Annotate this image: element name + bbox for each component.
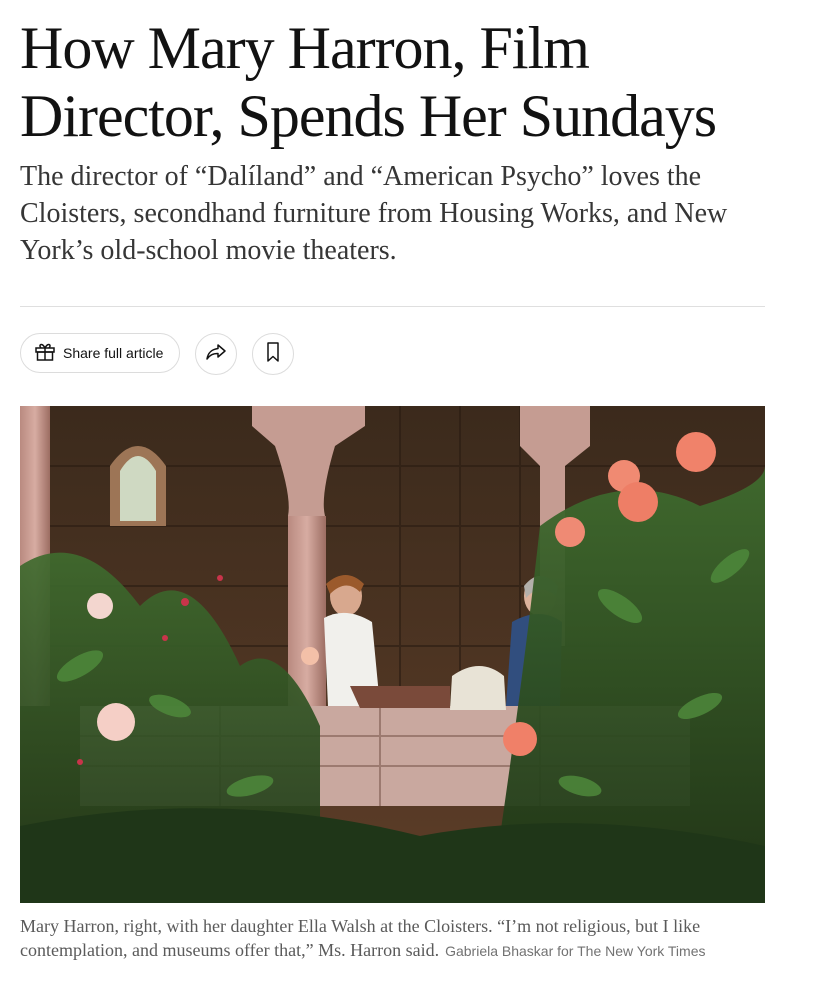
article-summary: The director of “Dalíland” and “American… bbox=[20, 161, 728, 266]
share-arrow-icon bbox=[204, 340, 228, 369]
bookmark-icon bbox=[261, 340, 285, 369]
photo-caption: Mary Harron, right, with her daughter El… bbox=[20, 914, 760, 963]
divider bbox=[20, 306, 765, 307]
share-full-article-button[interactable]: Share full article bbox=[20, 333, 180, 373]
headline: How Mary Harron, Film Director, Spends H… bbox=[20, 15, 717, 149]
photo-credit: Gabriela Bhaskar for The New York Times bbox=[445, 943, 706, 959]
lead-photo bbox=[20, 406, 765, 903]
save-button[interactable] bbox=[252, 333, 294, 375]
share-button[interactable] bbox=[195, 333, 237, 375]
gift-icon bbox=[33, 339, 57, 368]
share-full-article-label: Share full article bbox=[63, 345, 164, 361]
